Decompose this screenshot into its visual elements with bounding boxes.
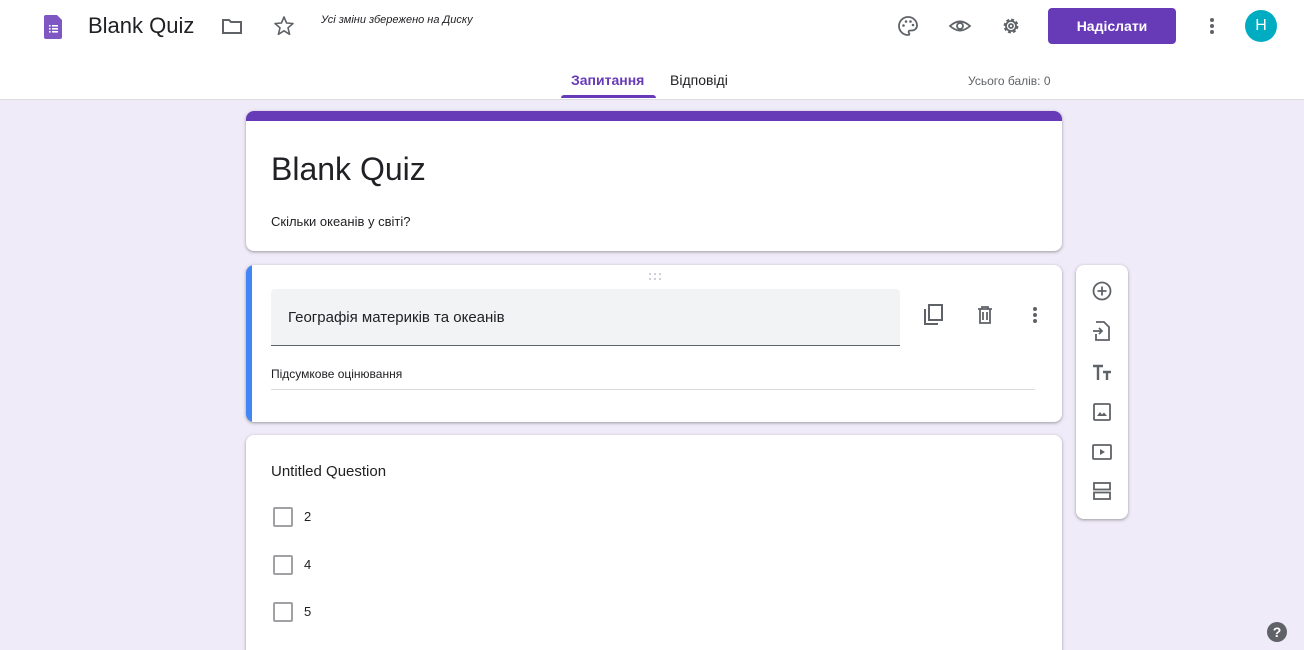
add-section-icon[interactable]	[1090, 479, 1114, 503]
section-title-text: Географія материків та океанів	[288, 309, 505, 326]
more-options-icon[interactable]	[1023, 303, 1047, 327]
tab-questions[interactable]: Запитання	[571, 72, 644, 88]
active-card-indicator	[246, 265, 252, 422]
section-header-card[interactable]: Географія материків та океанів Підсумков…	[246, 265, 1062, 422]
delete-icon[interactable]	[973, 303, 997, 327]
section-title-input[interactable]: Географія материків та океанів	[271, 289, 900, 346]
option-label: 4	[304, 557, 312, 572]
section-description[interactable]: Підсумкове оцінювання	[271, 367, 402, 381]
import-questions-icon[interactable]	[1090, 319, 1114, 343]
help-icon[interactable]: ?	[1267, 622, 1287, 642]
folder-icon[interactable]	[220, 14, 244, 38]
save-status: Усі зміни збережено на Диску	[321, 14, 473, 26]
more-vert-icon[interactable]	[1200, 14, 1224, 38]
send-button[interactable]: Надіслати	[1048, 8, 1176, 44]
form-title[interactable]: Blank Quiz	[271, 149, 426, 189]
question-card[interactable]: Untitled Question 2 4 5	[246, 435, 1062, 650]
add-title-icon[interactable]	[1090, 361, 1114, 385]
form-description[interactable]: Скільки океанів у світі?	[271, 214, 410, 229]
settings-gear-icon[interactable]	[999, 14, 1023, 38]
divider	[271, 389, 1035, 390]
duplicate-icon[interactable]	[921, 303, 945, 327]
star-icon[interactable]	[272, 14, 296, 38]
tab-answers[interactable]: Відповіді	[670, 72, 728, 88]
document-title[interactable]: Blank Quiz	[88, 12, 194, 40]
option-label: 5	[304, 604, 312, 619]
form-title-card[interactable]: Blank Quiz Скільки океанів у світі?	[246, 111, 1062, 251]
total-points: Усього балів: 0	[968, 74, 1051, 88]
option-label: 2	[304, 509, 312, 524]
palette-icon[interactable]	[896, 14, 920, 38]
checkbox[interactable]	[273, 555, 293, 575]
drag-handle-icon[interactable]	[647, 272, 663, 282]
add-video-icon[interactable]	[1090, 440, 1114, 464]
forms-icon[interactable]	[44, 15, 64, 39]
title-card-accent	[246, 111, 1062, 121]
question-title[interactable]: Untitled Question	[271, 463, 386, 480]
checkbox[interactable]	[273, 602, 293, 622]
avatar[interactable]: Н	[1245, 10, 1277, 42]
top-bar: Blank Quiz Усі зміни збережено на Диску …	[0, 0, 1304, 100]
add-question-icon[interactable]	[1090, 279, 1114, 303]
side-toolbar	[1076, 265, 1128, 519]
add-image-icon[interactable]	[1090, 400, 1114, 424]
preview-eye-icon[interactable]	[948, 14, 972, 38]
checkbox[interactable]	[273, 507, 293, 527]
active-tab-indicator	[561, 95, 656, 98]
